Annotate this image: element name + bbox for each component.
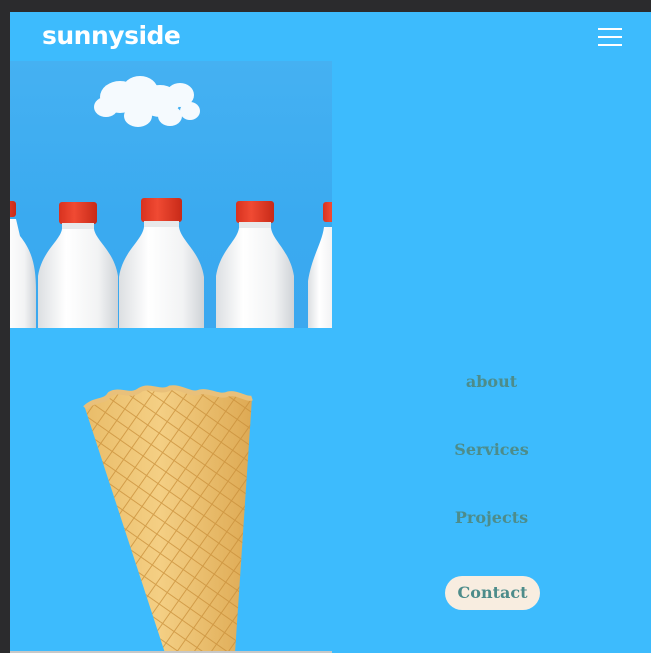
ice-cream-cone-image [10, 328, 332, 653]
bottle [10, 201, 36, 328]
cloud [94, 76, 200, 127]
ice-cream-cone-illustration [83, 385, 253, 653]
hamburger-line [598, 28, 622, 30]
milk-bottles-image [10, 61, 332, 328]
bottle [308, 202, 332, 328]
nav-link-services[interactable]: Services [332, 440, 651, 459]
nav-link-about[interactable]: about [332, 372, 651, 391]
contact-button[interactable]: Contact [445, 576, 540, 610]
bottle [119, 198, 204, 328]
nav-link-projects[interactable]: Projects [332, 508, 651, 527]
hamburger-line [598, 36, 622, 38]
site-logo[interactable]: sunnyside [42, 21, 181, 50]
navigation-menu: about Services Projects Contact [332, 61, 651, 653]
page-frame: sunnyside about Services Projects Contac… [10, 12, 651, 653]
milk-bottles-illustration [10, 76, 332, 328]
bottle [38, 202, 118, 328]
bottle [216, 201, 294, 328]
hamburger-menu-icon[interactable] [598, 28, 622, 46]
hamburger-line [598, 44, 622, 46]
site-header: sunnyside [10, 12, 651, 61]
cone [85, 387, 252, 653]
